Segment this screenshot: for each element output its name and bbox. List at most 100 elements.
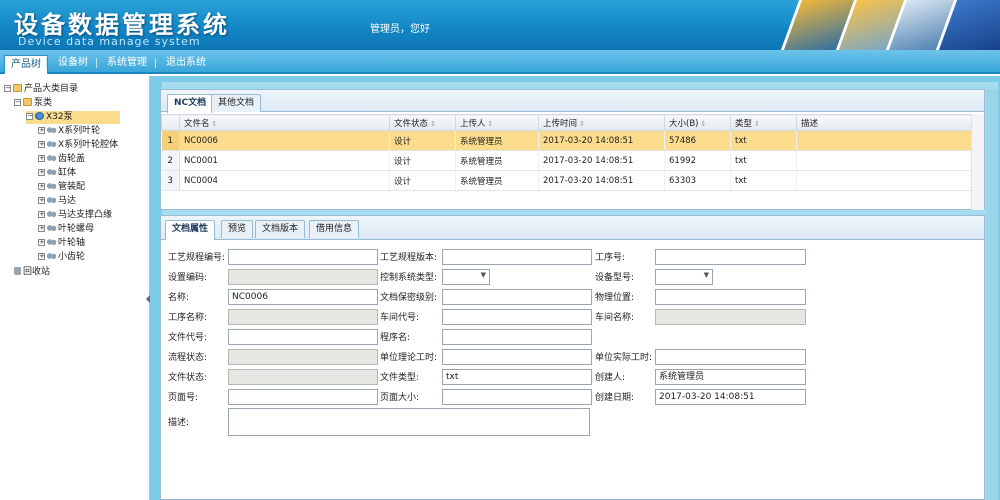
- tree-node-part[interactable]: + 马达: [38, 195, 76, 208]
- expand-icon[interactable]: +: [38, 141, 45, 148]
- collapse-icon[interactable]: −: [26, 113, 33, 120]
- sort-icon[interactable]: ⇕: [488, 120, 494, 128]
- tab-nc-documents[interactable]: NC文档: [167, 94, 214, 113]
- nav-equipment-tree[interactable]: 设备树: [52, 54, 94, 71]
- tab-other-documents[interactable]: 其他文档: [211, 94, 262, 112]
- col-header-size[interactable]: 大小(B) ⇕: [664, 114, 731, 131]
- nav-system-management[interactable]: 系统管理: [101, 54, 153, 71]
- table-row[interactable]: 2 NC0001 设计 系统管理员 2017-03-20 14:08:51 61…: [161, 150, 972, 171]
- main-nav: 产品树 设备树 系统管理 退出系统: [0, 50, 1000, 74]
- secret-level-field[interactable]: [442, 289, 592, 305]
- cell-status: 设计: [389, 150, 456, 171]
- sort-icon[interactable]: ⇕: [700, 120, 706, 128]
- table-row[interactable]: 1 NC0006 设计 系统管理员 2017-03-20 14:08:51 57…: [161, 130, 972, 151]
- cell-type: txt: [730, 150, 797, 171]
- tree-node-root[interactable]: − 产品大类目录: [4, 83, 78, 96]
- tree-node-x32-pump[interactable]: − X32泵: [26, 111, 120, 124]
- tree-node-label: 叶轮螺母: [58, 224, 95, 234]
- cell-type: txt: [730, 130, 797, 151]
- expand-icon[interactable]: +: [38, 225, 45, 232]
- expand-icon[interactable]: +: [38, 169, 45, 176]
- theory-hours-field[interactable]: [442, 349, 592, 365]
- sort-icon[interactable]: ⇕: [754, 120, 760, 128]
- sort-icon[interactable]: ⇕: [430, 120, 436, 128]
- collapse-icon[interactable]: −: [14, 99, 21, 106]
- label-equipment-code: 设置编码:: [168, 273, 208, 283]
- tab-document-versions[interactable]: 文档版本: [255, 220, 306, 238]
- tree-node-part[interactable]: + 小齿轮: [38, 251, 85, 264]
- collapse-icon[interactable]: −: [4, 85, 11, 92]
- tab-borrow-info[interactable]: 借用信息: [309, 220, 360, 238]
- process-version-field[interactable]: [442, 249, 592, 265]
- expand-icon[interactable]: +: [38, 183, 45, 190]
- col-header-uploader[interactable]: 上传人 ⇕: [455, 114, 539, 131]
- tree-node-pumps[interactable]: − 泵类: [14, 97, 52, 110]
- table-scrollbar[interactable]: [971, 114, 984, 210]
- actual-hours-field[interactable]: [655, 349, 806, 365]
- nav-divider: [96, 58, 97, 68]
- dropdown-arrow-icon[interactable]: ▼: [481, 271, 486, 279]
- nav-product-tree[interactable]: 产品树: [4, 55, 48, 74]
- sort-icon[interactable]: ⇕: [212, 120, 218, 128]
- process-no-field[interactable]: [228, 249, 378, 265]
- tree-node-label: 泵类: [34, 98, 53, 108]
- control-system-type-select[interactable]: ▼: [442, 269, 490, 285]
- equipment-model-select[interactable]: ▼: [655, 269, 713, 285]
- page-no-field[interactable]: [228, 389, 378, 405]
- tab-preview[interactable]: 预览: [221, 220, 254, 238]
- create-date-field[interactable]: 2017-03-20 14:08:51: [655, 389, 806, 405]
- col-header-description[interactable]: 描述: [796, 114, 972, 131]
- location-field[interactable]: [655, 289, 806, 305]
- creator-field[interactable]: 系统管理员: [655, 369, 806, 385]
- tree-node-part[interactable]: + 马达支撑凸缘: [38, 209, 112, 222]
- nav-logout[interactable]: 退出系统: [160, 54, 212, 71]
- expand-icon[interactable]: +: [38, 127, 45, 134]
- cell-upload-time: 2017-03-20 14:08:51: [538, 130, 665, 151]
- tree-node-label: 缸体: [58, 168, 77, 178]
- tree-node-part[interactable]: + X系列叶轮: [38, 125, 100, 138]
- tree-node-recycle-bin[interactable]: 回收站: [14, 266, 50, 279]
- description-textarea[interactable]: [228, 408, 590, 436]
- tree-node-part[interactable]: + 叶轮轴: [38, 237, 85, 250]
- name-field[interactable]: NC0006: [228, 289, 378, 305]
- catalog-icon: [13, 84, 22, 92]
- workshop-name-field: [655, 309, 806, 325]
- tree-node-part[interactable]: + 齿轮盖: [38, 153, 85, 166]
- col-header-type[interactable]: 类型 ⇕: [730, 114, 797, 131]
- cell-uploader: 系统管理员: [455, 150, 539, 171]
- tree-node-part[interactable]: + 叶轮螺母: [38, 223, 94, 236]
- expand-icon[interactable]: +: [38, 253, 45, 260]
- tree-node-label: 产品大类目录: [24, 84, 79, 94]
- col-header-filename[interactable]: 文件名 ⇕: [179, 114, 390, 131]
- tree-node-part[interactable]: + X系列叶轮腔体: [38, 139, 118, 152]
- tab-document-properties[interactable]: 文档属性: [165, 220, 216, 240]
- part-icon: [47, 140, 56, 148]
- col-label: 类型: [735, 118, 753, 129]
- label-workshop-name: 车间名称:: [595, 313, 635, 323]
- cell-description: [796, 170, 972, 191]
- table-row[interactable]: 3 NC0004 设计 系统管理员 2017-03-20 14:08:51 63…: [161, 170, 972, 191]
- program-name-field[interactable]: [442, 329, 592, 345]
- expand-icon[interactable]: +: [38, 239, 45, 246]
- label-file-status: 文件状态:: [168, 373, 208, 383]
- expand-icon[interactable]: +: [38, 155, 45, 162]
- col-header-rownum: [161, 114, 180, 131]
- col-header-status[interactable]: 文件状态 ⇕: [389, 114, 456, 131]
- page-size-field[interactable]: [442, 389, 592, 405]
- file-type-field[interactable]: txt: [442, 369, 592, 385]
- dropdown-arrow-icon[interactable]: ▼: [704, 271, 709, 279]
- sort-icon[interactable]: ⇕: [579, 120, 585, 128]
- col-header-upload-time[interactable]: 上传时间 ⇕: [538, 114, 665, 131]
- label-page-size: 页面大小:: [380, 393, 420, 403]
- main-scrollbar[interactable]: [986, 89, 998, 500]
- col-label: 描述: [801, 118, 819, 129]
- step-no-field[interactable]: [655, 249, 806, 265]
- file-code-field[interactable]: [228, 329, 378, 345]
- table-header-row: 文件名 ⇕ 文件状态 ⇕ 上传人 ⇕ 上传时间 ⇕ 大小(B) ⇕ 类型 ⇕ 描述: [161, 114, 972, 131]
- workshop-code-field[interactable]: [442, 309, 592, 325]
- cell-status: 设计: [389, 170, 456, 191]
- tree-node-part[interactable]: + 缸体: [38, 167, 76, 180]
- expand-icon[interactable]: +: [38, 211, 45, 218]
- expand-icon[interactable]: +: [38, 197, 45, 204]
- tree-node-part[interactable]: + 管装配: [38, 181, 85, 194]
